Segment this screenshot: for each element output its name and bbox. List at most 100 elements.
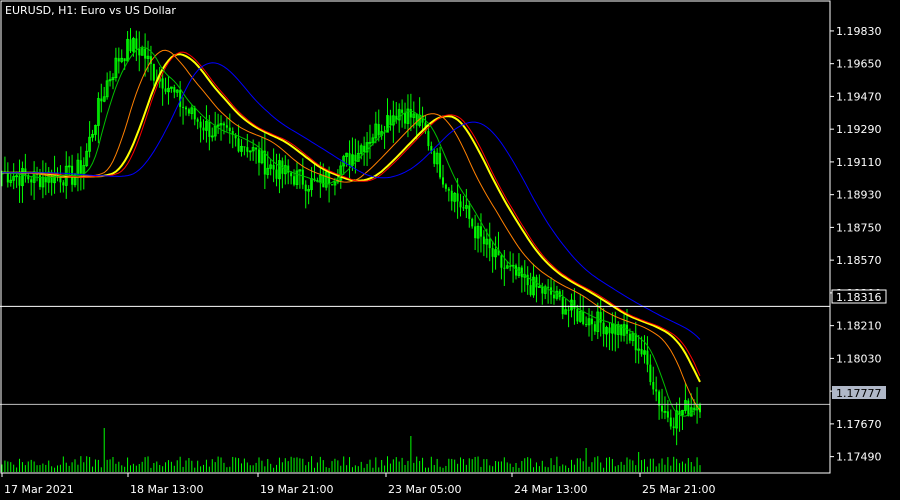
candle-body (18, 175, 21, 186)
candle-body (561, 297, 564, 315)
candle-body (401, 109, 404, 113)
chart-canvas[interactable]: EURUSD, H1: Euro vs US Dollar 1.19830 1.1… (0, 0, 900, 500)
candle-body (666, 411, 669, 418)
chart-background (0, 0, 900, 500)
candle-body (608, 327, 611, 334)
price-tick-label: 1.19470 (836, 90, 882, 103)
line-level-tag: 1.18316 (836, 291, 882, 304)
candle-body (599, 311, 602, 323)
candle-body (447, 188, 450, 191)
candle-body (38, 174, 41, 187)
candle-body (433, 150, 436, 164)
candle-body (135, 38, 138, 49)
candle-body (348, 153, 351, 166)
time-tick-label: 23 Mar 05:00 (388, 483, 461, 496)
candle-body (541, 286, 544, 294)
candle-body (593, 324, 596, 332)
candle-body (491, 248, 494, 257)
candle-body (585, 324, 588, 326)
candle-body (293, 176, 296, 185)
candle-body (199, 121, 202, 128)
candle-body (646, 350, 649, 365)
candle-body (377, 124, 380, 136)
candle-body (331, 184, 334, 186)
candle-body (301, 169, 304, 185)
candle-body (462, 207, 465, 209)
candle-body (187, 109, 190, 114)
candle-body (193, 107, 196, 120)
time-tick-label: 17 Mar 2021 (4, 483, 74, 496)
candle-body (567, 309, 570, 311)
candle-body (354, 154, 357, 162)
candle-body (184, 107, 187, 110)
candle-body (363, 145, 366, 153)
candle-body (275, 169, 278, 179)
candle-body (640, 349, 643, 355)
candle-body (655, 389, 658, 392)
candle-body (389, 115, 392, 126)
candle-body (482, 236, 485, 245)
candle-body (258, 149, 261, 163)
candle-body (474, 226, 477, 239)
candle-body (503, 267, 506, 269)
time-tick-label: 19 Mar 21:00 (260, 483, 333, 496)
candle-body (255, 147, 258, 150)
candle-body (196, 119, 199, 122)
candle-body (614, 324, 617, 335)
candle-body (415, 113, 418, 126)
candle-body (652, 382, 655, 390)
candle-body (459, 201, 462, 208)
candle-body (272, 164, 275, 170)
candle-body (628, 333, 631, 341)
price-tick-label: 1.18750 (836, 221, 882, 234)
candle-body (427, 131, 430, 147)
candle-body (441, 177, 444, 185)
candle-body (409, 109, 412, 118)
candle-body (699, 404, 701, 413)
candle-body (79, 160, 82, 174)
candle-body (456, 193, 459, 202)
candle-body (450, 190, 453, 202)
time-tick-label: 24 Mar 13:00 (514, 483, 587, 496)
candle-body (246, 147, 249, 152)
candle-body (129, 39, 132, 52)
candle-body (479, 226, 482, 237)
price-tick-label: 1.19290 (836, 123, 882, 136)
candle-body (182, 106, 185, 108)
candle-body (173, 87, 176, 93)
candle-body (290, 172, 293, 177)
bid-price-tag: 1.17777 (836, 387, 882, 400)
candle-body (602, 322, 605, 334)
candle-body (138, 48, 141, 56)
candle-body (500, 255, 503, 268)
candle-body (202, 127, 205, 131)
candle-body (225, 125, 228, 128)
candle-body (222, 123, 225, 126)
price-tick-label: 1.19650 (836, 58, 882, 71)
candle-body (488, 239, 491, 249)
candle-body (287, 165, 290, 173)
candle-body (634, 333, 637, 351)
candle-body (529, 285, 532, 295)
candle-body (661, 405, 664, 412)
price-tick-label: 1.18210 (836, 320, 882, 333)
candle-body (144, 48, 147, 59)
price-tick-label: 1.17490 (836, 451, 882, 464)
candle-body (164, 88, 167, 92)
price-tick-label: 1.18930 (836, 189, 882, 202)
candle-body (161, 78, 164, 89)
candle-body (444, 184, 447, 189)
candle-body (228, 127, 231, 132)
candle-body (649, 364, 652, 383)
candle-body (547, 286, 550, 288)
price-tick-label: 1.19830 (836, 25, 882, 38)
candle-body (439, 153, 442, 178)
candle-body (471, 218, 474, 227)
candle-body (672, 426, 675, 429)
candle-body (237, 138, 240, 152)
candle-body (515, 265, 518, 276)
price-tick-label: 1.18030 (836, 352, 882, 365)
price-tick-label: 1.19110 (836, 156, 882, 169)
candle-body (582, 311, 585, 325)
candle-body (404, 112, 407, 124)
